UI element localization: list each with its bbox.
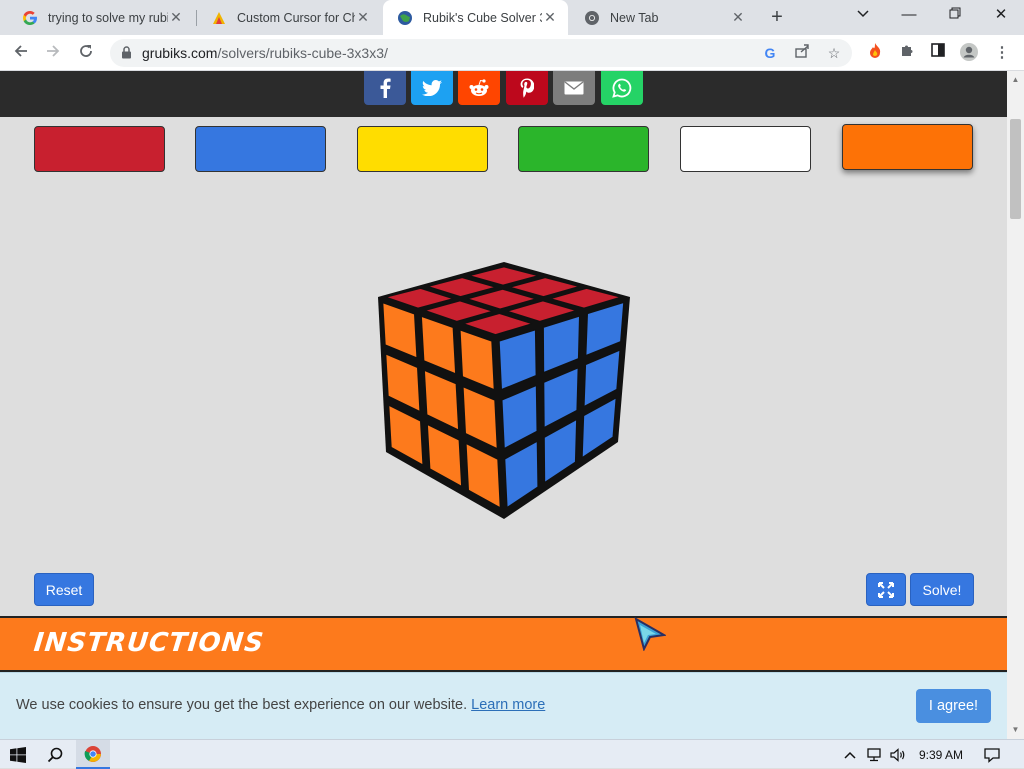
url-text[interactable]: grubiks.com/solvers/rubiks-cube-3x3x3/ (142, 45, 388, 61)
color-swatch-green[interactable] (518, 126, 649, 172)
back-arrow-icon[interactable] (8, 40, 34, 66)
url-path: /solvers/rubiks-cube-3x3x3/ (217, 45, 388, 61)
page-viewport: Reset Solve! Instructions We use cookies… (0, 71, 1007, 739)
reset-button[interactable]: Reset (34, 573, 94, 606)
lock-icon[interactable] (121, 46, 132, 64)
search-icon[interactable] (40, 740, 70, 769)
color-swatch-orange[interactable] (842, 124, 973, 170)
pinterest-share-button[interactable] (506, 71, 548, 105)
fullscreen-icon (878, 581, 894, 598)
notifications-icon[interactable] (978, 740, 1006, 769)
share-icon[interactable] (792, 43, 812, 63)
instructions-heading: Instructions (32, 628, 266, 658)
close-icon[interactable]: ✕ (168, 9, 184, 26)
color-swatch-white[interactable] (680, 126, 811, 172)
extensions-puzzle-icon[interactable] (896, 42, 918, 64)
browser-toolbar: grubiks.com/solvers/rubiks-cube-3x3x3/ G… (0, 35, 1024, 71)
tray-chevron-up-icon[interactable] (840, 740, 860, 769)
bookmark-star-icon[interactable]: ☆ (824, 43, 844, 63)
tab-new-tab[interactable]: New Tab ✕ (570, 0, 756, 35)
cookie-message: We use cookies to ensure you get the bes… (16, 697, 545, 713)
email-share-button[interactable] (553, 71, 595, 105)
whatsapp-icon (612, 78, 632, 98)
window-close-icon[interactable]: ✕ (978, 0, 1024, 32)
tab-title: New Tab (610, 10, 659, 25)
reddit-icon (469, 79, 489, 96)
minimize-icon[interactable]: — (886, 0, 932, 32)
solve-button[interactable]: Solve! (910, 573, 974, 606)
network-icon[interactable] (863, 740, 885, 769)
close-icon[interactable]: ✕ (542, 9, 558, 26)
color-swatch-red[interactable] (34, 126, 165, 172)
twitter-share-button[interactable] (411, 71, 453, 105)
share-bar (0, 71, 1007, 117)
twitter-icon (422, 80, 442, 96)
close-icon[interactable]: ✕ (730, 9, 746, 26)
extension-flame-icon[interactable] (864, 42, 886, 64)
scroll-down-arrow-icon[interactable]: ▼ (1007, 723, 1024, 737)
tab-title: Rubik's Cube Solver 3x (423, 10, 542, 25)
restore-icon[interactable] (932, 0, 978, 32)
windows-taskbar: 9:39 AM (0, 739, 1024, 769)
forward-arrow-icon[interactable] (40, 40, 66, 66)
google-lens-icon[interactable]: G (760, 43, 780, 63)
facebook-icon (380, 78, 391, 98)
color-swatch-blue[interactable] (195, 126, 326, 172)
cookie-text: We use cookies to ensure you get the bes… (16, 697, 468, 713)
fullscreen-button[interactable] (866, 573, 906, 606)
menu-kebab-icon[interactable]: ⋮ (991, 42, 1013, 64)
windows-start-icon[interactable] (4, 740, 32, 769)
volume-icon[interactable] (887, 740, 909, 769)
address-bar[interactable]: grubiks.com/solvers/rubiks-cube-3x3x3/ G… (110, 39, 852, 67)
tab-title: trying to solve my rubi (48, 10, 168, 25)
agree-button[interactable]: I agree! (916, 689, 991, 723)
clock[interactable]: 9:39 AM (912, 740, 970, 769)
tab-google-search[interactable]: trying to solve my rubi ✕ (8, 0, 194, 35)
chrome-taskbar-icon[interactable] (76, 740, 110, 769)
tab-strip: trying to solve my rubi ✕ Custom Cursor … (0, 0, 1024, 35)
grubiks-globe-icon (397, 10, 413, 26)
instructions-banner: Instructions (0, 616, 1007, 672)
scroll-up-arrow-icon[interactable]: ▲ (1007, 73, 1024, 87)
rubiks-cube-3d[interactable] (370, 257, 640, 527)
whatsapp-share-button[interactable] (601, 71, 643, 105)
tab-title: Custom Cursor for Chr (237, 10, 355, 25)
learn-more-link[interactable]: Learn more (471, 697, 545, 713)
new-tab-plus-icon[interactable]: + (766, 5, 788, 29)
pinterest-icon (520, 78, 534, 98)
side-panel-icon[interactable] (927, 42, 949, 64)
scroll-thumb[interactable] (1010, 119, 1021, 219)
reddit-share-button[interactable] (458, 71, 500, 105)
tab-search-chevron-icon[interactable] (840, 0, 886, 32)
color-swatch-yellow[interactable] (357, 126, 488, 172)
close-icon[interactable]: ✕ (355, 9, 371, 26)
cursor-extension-icon (211, 10, 227, 26)
facebook-share-button[interactable] (364, 71, 406, 105)
cookie-banner: We use cookies to ensure you get the bes… (0, 672, 1007, 739)
url-host: grubiks.com (142, 45, 218, 61)
chrome-icon (584, 10, 600, 26)
tab-custom-cursor[interactable]: Custom Cursor for Chr ✕ (197, 0, 381, 35)
page-scrollbar[interactable]: ▲ ▼ (1007, 71, 1024, 739)
custom-cursor-icon (634, 617, 666, 651)
google-g-icon (22, 10, 38, 26)
profile-avatar-icon[interactable] (958, 42, 980, 64)
envelope-icon (564, 81, 584, 95)
reload-icon[interactable] (73, 40, 99, 66)
tab-rubiks-solver[interactable]: Rubik's Cube Solver 3x ✕ (383, 0, 568, 35)
